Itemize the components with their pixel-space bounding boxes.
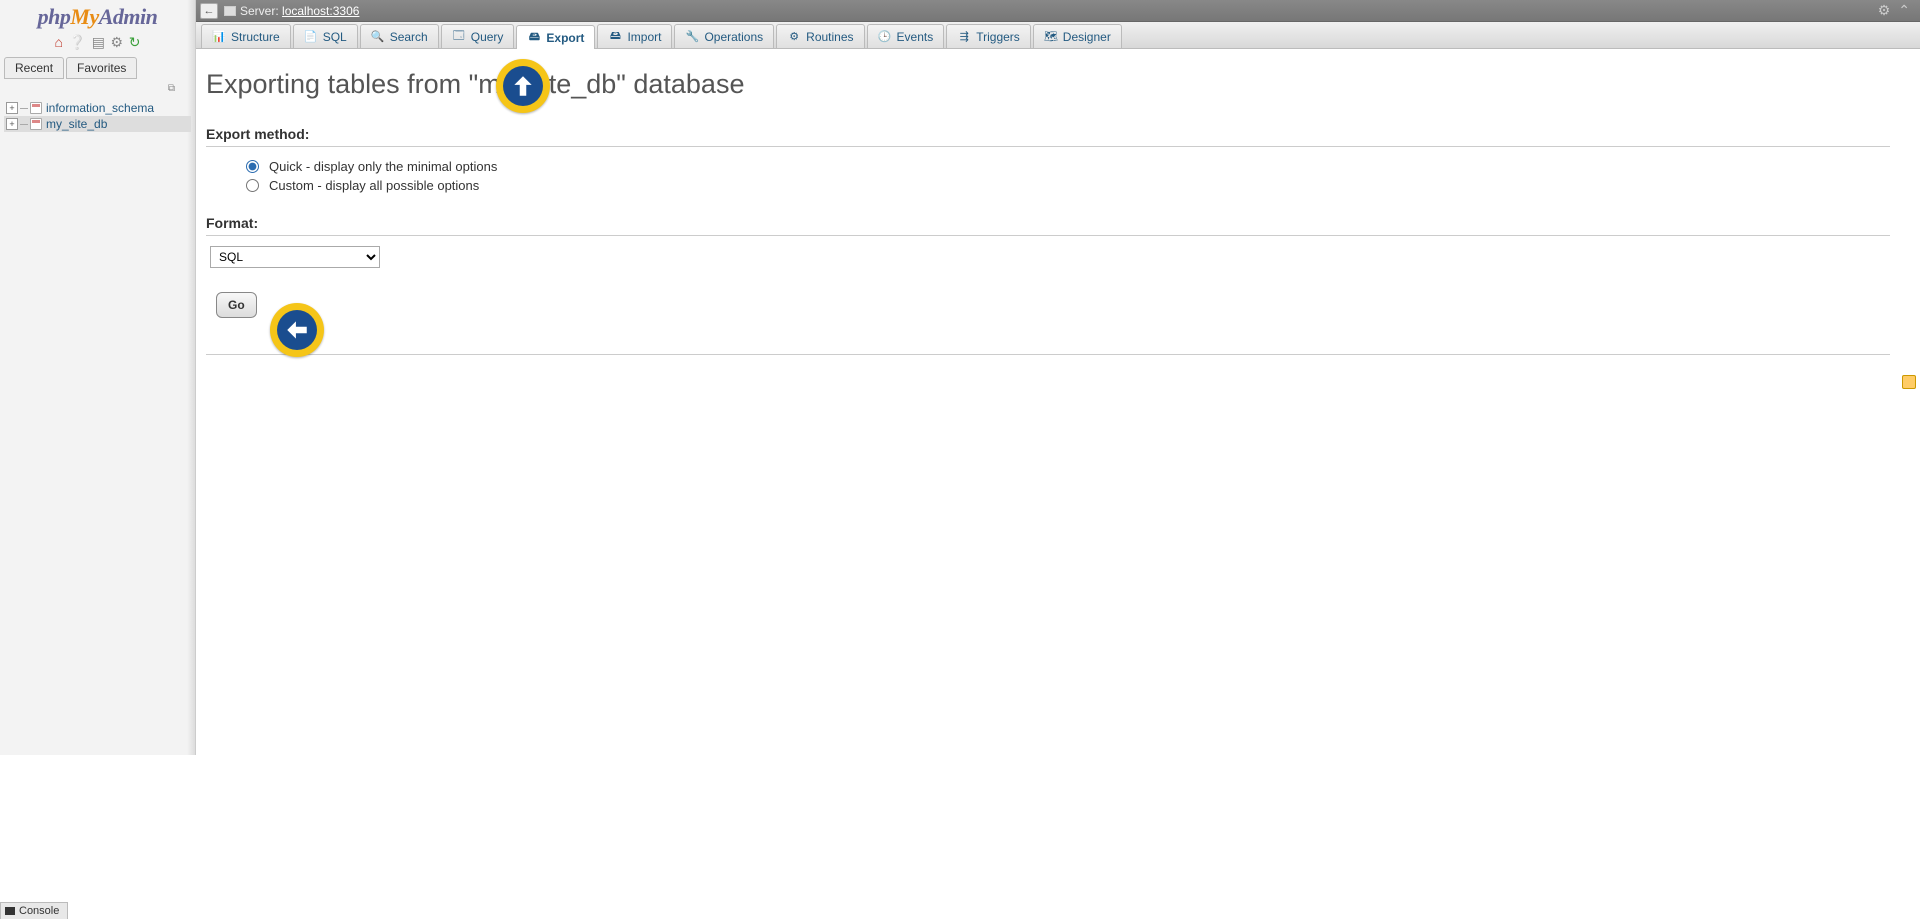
tab-label: Structure [231, 30, 280, 44]
server-label: Server: [240, 4, 279, 18]
docs-icon[interactable]: ▤ [92, 34, 105, 51]
tab-export[interactable]: 🖴 Export [516, 25, 595, 49]
tab-label: Operations [704, 30, 763, 44]
tab-events[interactable]: 🕒 Events [867, 24, 945, 48]
tab-favorites[interactable]: Favorites [66, 57, 137, 79]
structure-icon: 📊 [212, 30, 226, 44]
format-heading: Format: [206, 215, 1890, 236]
logo-my: My [70, 4, 98, 29]
tab-structure[interactable]: 📊 Structure [201, 24, 291, 48]
tab-search[interactable]: 🔍 Search [360, 24, 439, 48]
sidebar-quick-icons: ⌂ ❔ ▤ ⚙ ↻ [0, 32, 195, 57]
logo-php: php [38, 4, 71, 29]
export-method-heading: Export method: [206, 126, 1890, 147]
tab-triggers[interactable]: ⇶ Triggers [946, 24, 1031, 48]
events-icon: 🕒 [878, 30, 892, 44]
tab-label: SQL [323, 30, 347, 44]
tab-label: Routines [806, 30, 853, 44]
sql-icon: 📄 [304, 30, 318, 44]
console-label: Console [19, 905, 59, 917]
radio-custom-label[interactable]: Custom - display all possible options [269, 178, 479, 193]
tab-routines[interactable]: ⚙ Routines [776, 24, 864, 48]
triggers-icon: ⇶ [957, 30, 971, 44]
tab-label: Events [897, 30, 934, 44]
expand-icon[interactable]: + [6, 118, 18, 130]
tab-sql[interactable]: 📄 SQL [293, 24, 358, 48]
tab-designer[interactable]: 🗺 Designer [1033, 24, 1122, 48]
reload-icon[interactable]: ↻ [129, 34, 141, 51]
sidebar: phpMyAdmin ⌂ ❔ ▤ ⚙ ↻ Recent Favorites ⧉ … [0, 0, 196, 755]
annotation-arrow-left [270, 303, 324, 357]
export-method-group: Quick - display only the minimal options… [206, 157, 1890, 215]
page-settings-icon[interactable]: ⚙ [1878, 2, 1891, 19]
page-title: Exporting tables from "my_site_db" datab… [206, 69, 1890, 100]
search-icon: 🔍 [371, 30, 385, 44]
console-icon [5, 907, 15, 915]
main-area: ← Server: localhost:3306 ⚙ ⌃ 📊 Structure … [196, 0, 1920, 755]
help-icon[interactable]: ❔ [69, 34, 86, 51]
logo[interactable]: phpMyAdmin [0, 0, 195, 32]
tab-label: Import [627, 30, 661, 44]
main-tabs: 📊 Structure 📄 SQL 🔍 Search 🗔 Query 🖴 Export 🖴… [196, 22, 1920, 49]
annotation-arrow-up [496, 59, 550, 113]
tab-label: Query [471, 30, 504, 44]
tree-item-my-site-db[interactable]: + my_site_db [4, 116, 191, 132]
collapse-icon[interactable]: ⌃ [1898, 2, 1910, 19]
tab-label: Search [390, 30, 428, 44]
topbar: ← Server: localhost:3306 ⚙ ⌃ [196, 0, 1920, 22]
database-icon [30, 102, 42, 114]
import-icon: 🖴 [608, 30, 622, 44]
tab-recent[interactable]: Recent [4, 57, 64, 79]
page-content: Exporting tables from "my_site_db" datab… [196, 49, 1920, 755]
tab-import[interactable]: 🖴 Import [597, 24, 672, 48]
format-select[interactable]: SQL [210, 246, 380, 268]
tab-operations[interactable]: 🔧 Operations [674, 24, 774, 48]
radio-quick[interactable] [246, 160, 259, 173]
tree-item-label: information_schema [46, 101, 154, 115]
database-icon [30, 118, 42, 130]
radio-custom[interactable] [246, 179, 259, 192]
logo-admin: Admin [99, 4, 158, 29]
tab-query[interactable]: 🗔 Query [441, 24, 515, 48]
tree-item-label: my_site_db [46, 117, 107, 131]
database-tree: + information_schema + my_site_db [0, 98, 195, 134]
go-button[interactable]: Go [216, 292, 257, 318]
back-button[interactable]: ← [200, 3, 218, 19]
expand-icon[interactable]: + [6, 102, 18, 114]
server-icon [224, 6, 236, 16]
routines-icon: ⚙ [787, 30, 801, 44]
tab-label: Designer [1063, 30, 1111, 44]
server-breadcrumb[interactable]: Server: localhost:3306 [240, 4, 359, 18]
navigation-settings-icon[interactable]: ⚙ [111, 34, 124, 51]
tab-label: Triggers [976, 30, 1020, 44]
tree-item-information-schema[interactable]: + information_schema [4, 100, 191, 116]
sidebar-tabs: Recent Favorites [0, 57, 195, 79]
home-icon[interactable]: ⌂ [55, 34, 63, 50]
tab-label: Export [546, 31, 584, 45]
operations-icon: 🔧 [685, 30, 699, 44]
server-host[interactable]: localhost:3306 [282, 4, 359, 18]
query-icon: 🗔 [452, 30, 466, 44]
console-toggle[interactable]: Console [0, 902, 68, 919]
unlink-icon[interactable]: ⧉ [0, 79, 195, 98]
export-icon: 🖴 [527, 31, 541, 45]
designer-icon: 🗺 [1044, 30, 1058, 44]
radio-quick-label[interactable]: Quick - display only the minimal options [269, 159, 497, 174]
bookmark-icon[interactable] [1902, 375, 1916, 389]
